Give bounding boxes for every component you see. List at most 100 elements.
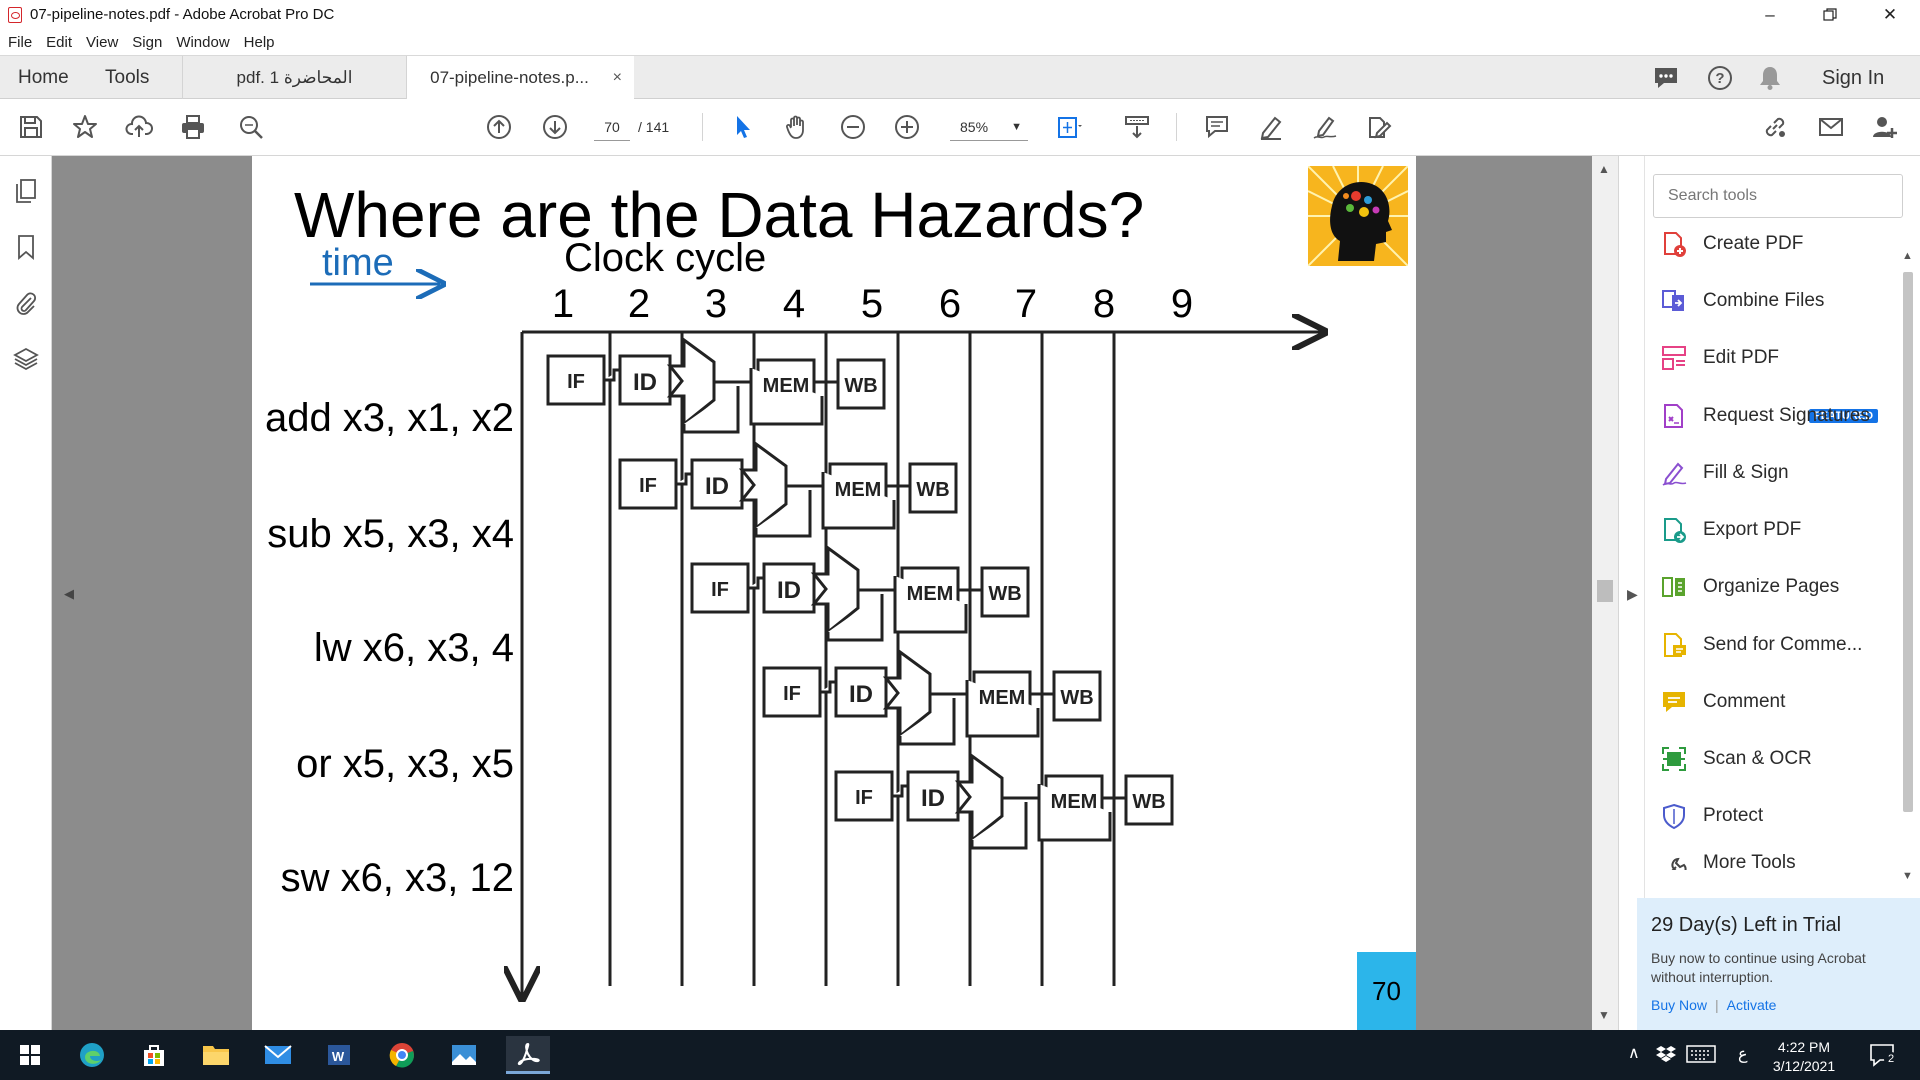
comment-tool-icon[interactable]	[1200, 110, 1234, 144]
photos-icon[interactable]	[444, 1036, 484, 1074]
mem-stage-label: MEM	[907, 583, 954, 605]
tool-edit-pdf[interactable]: Edit PDF	[1659, 338, 1899, 378]
search-tools-input[interactable]: Search tools	[1653, 174, 1903, 218]
tool-label: Request Signatures	[1703, 405, 1870, 426]
cycle-number: 9	[1170, 282, 1194, 326]
tool-label: Combine Files	[1703, 290, 1825, 311]
tool-request-signatures[interactable]: Request Signatures	[1659, 396, 1899, 436]
bookmark-star-icon[interactable]	[68, 110, 102, 144]
zoom-select[interactable]: 85% ▼	[950, 113, 1028, 141]
sign-in-button[interactable]: Sign In	[1822, 56, 1884, 100]
close-window-button[interactable]: ✕	[1860, 0, 1920, 29]
email-icon[interactable]	[1814, 110, 1848, 144]
tool-comment[interactable]: Comment	[1659, 682, 1899, 722]
highlight-pen-icon[interactable]	[1254, 110, 1288, 144]
input-language[interactable]: ع	[1738, 1044, 1748, 1064]
select-cursor-icon[interactable]	[726, 110, 760, 144]
menu-bar: File Edit View Sign Window Help	[0, 29, 1920, 55]
save-icon[interactable]	[14, 110, 48, 144]
zoom-search-icon[interactable]	[234, 110, 268, 144]
menu-view[interactable]: View	[86, 34, 118, 51]
tool-create-pdf[interactable]: Create PDF	[1659, 224, 1899, 264]
next-page-icon[interactable]	[538, 110, 572, 144]
windows-start-icon[interactable]	[10, 1036, 50, 1074]
scroll-up-icon[interactable]: ▲	[1902, 250, 1913, 262]
fit-page-icon[interactable]	[1052, 110, 1086, 144]
share-link-icon[interactable]	[1758, 110, 1792, 144]
tool-export-pdf[interactable]: Export PDF	[1659, 510, 1899, 550]
scroll-down-icon[interactable]: ▼	[1598, 1008, 1610, 1022]
chrome-browser-icon[interactable]	[382, 1036, 422, 1074]
mem-stage-label: MEM	[763, 375, 810, 397]
notification-center-icon[interactable]: 2	[1868, 1042, 1898, 1073]
print-icon[interactable]	[176, 110, 210, 144]
word-icon[interactable]: W	[320, 1036, 360, 1074]
buy-now-link[interactable]: Buy Now	[1651, 997, 1707, 1013]
pipeline-row: IF ID MEM WB	[834, 753, 1174, 850]
tab-document-1[interactable]: pdf. المحاضرة 1	[182, 56, 406, 100]
scroll-mode-icon[interactable]	[1120, 110, 1154, 144]
zoom-value: 85%	[960, 118, 989, 135]
zoom-out-icon[interactable]	[836, 110, 870, 144]
cycle-number: 1	[551, 282, 575, 326]
tab-tools[interactable]: Tools	[105, 56, 149, 100]
scroll-up-icon[interactable]: ▲	[1598, 162, 1610, 176]
tool-send-for-comment[interactable]: Send for Comme...	[1659, 625, 1899, 665]
document-scrollbar[interactable]: ▲ ▼	[1592, 156, 1618, 1030]
tools-panel-scrollbar[interactable]: ▲ ▼	[1899, 242, 1917, 882]
tool-protect[interactable]: Protect	[1659, 796, 1899, 836]
tab-close-icon[interactable]: ×	[613, 69, 622, 87]
previous-page-icon[interactable]	[482, 110, 516, 144]
scroll-down-icon[interactable]: ▼	[1902, 870, 1913, 882]
add-user-icon[interactable]	[1868, 110, 1902, 144]
tab-document-2[interactable]: 07-pipeline-notes.p... ×	[406, 56, 634, 100]
file-explorer-icon[interactable]	[196, 1036, 236, 1074]
menu-file[interactable]: File	[8, 34, 32, 51]
notifications-bell-icon[interactable]	[1758, 56, 1782, 100]
minimize-button[interactable]: –	[1740, 0, 1800, 29]
tool-label: Fill & Sign	[1703, 462, 1789, 483]
layers-icon[interactable]	[11, 344, 41, 374]
page-thumbnails-icon[interactable]	[11, 176, 41, 206]
acrobat-taskbar-icon[interactable]	[506, 1036, 550, 1074]
bookmarks-icon[interactable]	[11, 232, 41, 262]
restore-button[interactable]	[1800, 0, 1860, 29]
menu-edit[interactable]: Edit	[46, 34, 72, 51]
help-icon[interactable]: ?	[1706, 56, 1734, 100]
tool-label: Scan & OCR	[1703, 748, 1812, 769]
tool-fill-sign[interactable]: Fill & Sign	[1659, 453, 1899, 493]
scrollbar-thumb[interactable]	[1597, 580, 1613, 602]
zoom-in-icon[interactable]	[890, 110, 924, 144]
share-edit-icon[interactable]	[1362, 110, 1396, 144]
tool-organize-pages[interactable]: Organize Pages	[1659, 567, 1899, 607]
tools-panel: ▶ Search tools Create PDF Combine Files …	[1618, 156, 1920, 1030]
microsoft-store-icon[interactable]	[134, 1036, 174, 1074]
if-stage-label: IF	[639, 475, 657, 497]
document-view[interactable]: ◀ IF ID MEM WB IF ID MEM WB IF ID MEM WB IF ID MEM WB IF…	[52, 156, 1618, 1030]
keyboard-icon[interactable]	[1686, 1045, 1716, 1068]
page-number-input[interactable]: 70	[594, 113, 630, 141]
tool-more-tools[interactable]: More Tools	[1659, 850, 1899, 870]
activate-link[interactable]: Activate	[1727, 997, 1777, 1013]
attachments-icon[interactable]	[11, 288, 41, 318]
sign-pen-icon[interactable]	[1308, 110, 1342, 144]
system-clock[interactable]: 4:22 PM 3/12/2021	[1754, 1038, 1854, 1076]
collapse-right-arrow-icon[interactable]: ▶	[1627, 586, 1638, 603]
menu-help[interactable]: Help	[244, 34, 275, 51]
pipeline-row: IF ID MEM WB	[618, 441, 958, 538]
upload-cloud-icon[interactable]	[122, 110, 156, 144]
tray-chevron-up-icon[interactable]: ∧	[1628, 1043, 1640, 1063]
tab-home[interactable]: Home	[18, 56, 69, 100]
tool-combine-files[interactable]: Combine Files	[1659, 281, 1899, 321]
messages-icon[interactable]	[1652, 56, 1680, 100]
edge-browser-icon[interactable]	[72, 1036, 112, 1074]
dropbox-icon[interactable]	[1656, 1044, 1676, 1069]
mail-icon[interactable]	[258, 1036, 298, 1074]
id-stage-label: ID	[633, 369, 657, 396]
hand-tool-icon[interactable]	[780, 110, 814, 144]
tool-scan-ocr[interactable]: Scan & OCR	[1659, 739, 1899, 779]
scrollbar-thumb[interactable]	[1903, 272, 1913, 812]
menu-sign[interactable]: Sign	[132, 34, 162, 51]
menu-window[interactable]: Window	[176, 34, 229, 51]
collapse-left-arrow-icon[interactable]: ◀	[64, 586, 74, 602]
